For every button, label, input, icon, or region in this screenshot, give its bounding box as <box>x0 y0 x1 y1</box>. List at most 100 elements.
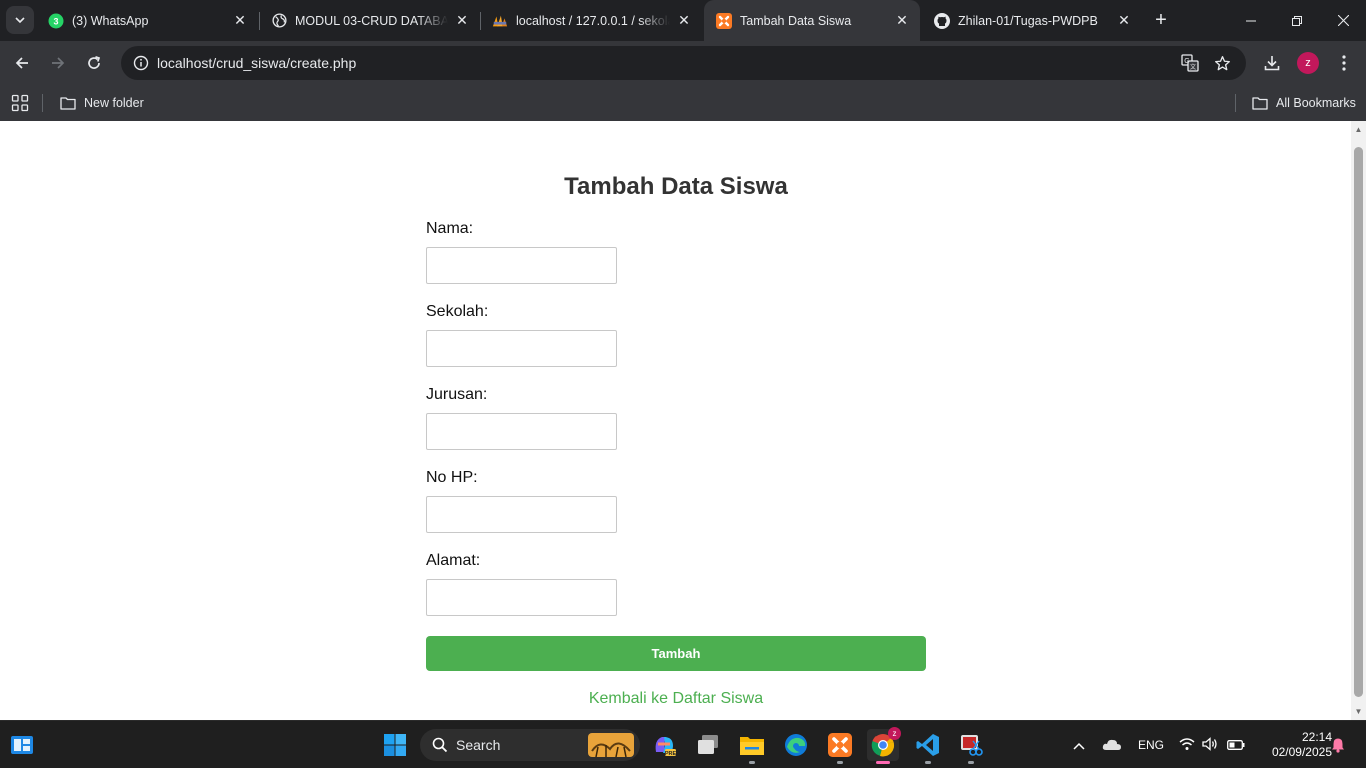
running-indicator <box>876 761 890 764</box>
minimize-button[interactable] <box>1228 0 1274 41</box>
close-icon[interactable]: ✕ <box>676 12 692 29</box>
translate-icon[interactable]: G文 <box>1176 54 1204 72</box>
tab-tambah-data-siswa[interactable]: Tambah Data Siswa ✕ <box>704 0 920 41</box>
scroll-up-icon[interactable]: ▲ <box>1354 125 1363 134</box>
minimize-icon <box>1246 20 1256 21</box>
running-indicator <box>749 761 755 764</box>
url-text: localhost/crud_siswa/create.php <box>157 55 356 71</box>
reload-icon <box>88 55 101 69</box>
clock-time: 22:14 <box>1301 730 1332 744</box>
close-icon[interactable]: ✕ <box>894 12 910 29</box>
snipping-tool-icon[interactable] <box>955 729 987 764</box>
bookmark-new-folder[interactable]: New folder <box>60 85 144 121</box>
bookmarks-separator <box>42 94 43 112</box>
svg-text:PRE: PRE <box>665 751 677 757</box>
close-icon[interactable]: ✕ <box>232 12 248 29</box>
close-icon[interactable]: ✕ <box>1116 12 1132 29</box>
url-path: /crud_siswa/create.php <box>212 55 357 71</box>
site-info-icon[interactable] <box>125 55 157 71</box>
running-indicator <box>925 761 931 764</box>
more-vert-icon <box>1342 55 1346 71</box>
taskbar-search[interactable]: Search <box>420 729 640 761</box>
tab-modul[interactable]: MODUL 03-CRUD DATABASE ✕ <box>259 0 480 41</box>
profile-badge: z <box>888 727 901 740</box>
notification-bell-icon[interactable] <box>1330 737 1346 758</box>
clock-date: 02/09/2025 <box>1271 745 1332 759</box>
file-explorer-icon[interactable] <box>736 729 768 764</box>
running-indicator <box>968 761 974 764</box>
tab-title: localhost / 127.0.0.1 / sekolah <box>516 13 670 28</box>
close-icon[interactable]: ✕ <box>454 12 470 29</box>
start-icon[interactable] <box>379 729 411 761</box>
nama-input[interactable] <box>426 247 617 284</box>
close-window-button[interactable] <box>1320 0 1366 41</box>
wifi-icon[interactable] <box>1179 737 1195 756</box>
all-bookmarks-button[interactable]: All Bookmarks <box>1252 85 1356 121</box>
forward-button[interactable] <box>44 49 72 77</box>
search-label: Search <box>456 737 501 753</box>
tab-whatsapp[interactable]: 3 (3) WhatsApp ✕ <box>36 0 258 41</box>
onedrive-icon[interactable] <box>1102 737 1122 756</box>
bookmark-star-icon[interactable] <box>1208 54 1236 72</box>
folder-icon <box>1252 96 1268 110</box>
restore-button[interactable] <box>1274 0 1320 41</box>
restore-icon <box>1292 15 1302 26</box>
tab-title: Zhilan-01/Tugas-PWDPB <box>958 13 1098 28</box>
tab-phpmyadmin[interactable]: localhost / 127.0.0.1 / sekolah ✕ <box>480 0 702 41</box>
vscode-icon[interactable] <box>912 729 944 764</box>
system-clock[interactable]: 22:14 02/09/2025 <box>1252 730 1332 760</box>
tab-strip: 3 (3) WhatsApp ✕ MODUL 03-CRUD DATABASE … <box>0 0 1366 41</box>
back-to-list-link[interactable]: Kembali ke Daftar Siswa <box>426 690 926 708</box>
alamat-label: Alamat: <box>426 552 481 569</box>
folder-icon <box>60 96 76 110</box>
running-indicator <box>837 761 843 764</box>
sekolah-label: Sekolah: <box>426 303 489 320</box>
phpmyadmin-icon <box>492 13 508 29</box>
tab-title: Tambah Data Siswa <box>740 13 852 28</box>
github-icon <box>934 12 950 29</box>
copilot-icon[interactable]: PRE <box>648 729 680 761</box>
widgets-icon[interactable] <box>10 733 34 757</box>
new-tab-button[interactable]: + <box>1150 9 1172 31</box>
arrow-right-icon <box>52 57 65 69</box>
tab-search-button[interactable] <box>6 6 34 34</box>
reload-button[interactable] <box>80 49 108 77</box>
tambah-button[interactable]: Tambah <box>426 636 926 671</box>
sekolah-input[interactable] <box>426 330 617 367</box>
apps-grid-icon[interactable] <box>11 94 29 112</box>
all-bookmarks-label: All Bookmarks <box>1276 96 1356 110</box>
xampp-icon[interactable] <box>824 729 856 764</box>
globe-icon <box>271 13 287 29</box>
whatsapp-icon: 3 <box>48 13 64 29</box>
downloads-button[interactable] <box>1258 49 1286 77</box>
menu-button[interactable] <box>1330 49 1358 77</box>
xampp-icon <box>716 12 732 29</box>
page-scrollbar[interactable]: ▲ ▼ <box>1351 121 1366 720</box>
tab-title: MODUL 03-CRUD DATABASE <box>295 13 448 28</box>
search-highlight-icon <box>588 733 634 757</box>
tab-github[interactable]: Zhilan-01/Tugas-PWDPB ✕ <box>922 0 1142 41</box>
edge-icon[interactable] <box>780 729 812 761</box>
page-title: Tambah Data Siswa <box>564 173 788 200</box>
no-hp-input[interactable] <box>426 496 617 533</box>
bookmarks-bar: New folder All Bookmarks <box>0 85 1366 121</box>
address-bar[interactable]: localhost/crud_siswa/create.php G文 <box>121 46 1246 80</box>
whatsapp-badge: 3 <box>53 16 58 26</box>
battery-icon[interactable] <box>1227 738 1245 756</box>
back-button[interactable] <box>8 49 36 77</box>
bookmark-label: New folder <box>84 96 144 110</box>
jurusan-label: Jurusan: <box>426 386 488 403</box>
chevron-down-icon <box>15 17 25 24</box>
jurusan-input[interactable] <box>426 413 617 450</box>
chrome-icon[interactable]: z <box>867 727 901 764</box>
scroll-down-icon[interactable]: ▼ <box>1354 707 1363 716</box>
task-view-icon[interactable] <box>692 729 724 761</box>
alamat-input[interactable] <box>426 579 617 616</box>
profile-avatar[interactable]: z <box>1297 52 1319 74</box>
arrow-left-icon <box>15 57 28 69</box>
language-indicator[interactable]: ENG <box>1138 738 1164 752</box>
chevron-up-icon[interactable] <box>1072 738 1086 756</box>
scrollbar-thumb[interactable] <box>1354 147 1363 697</box>
close-icon <box>1337 15 1349 26</box>
volume-icon[interactable] <box>1202 737 1218 756</box>
